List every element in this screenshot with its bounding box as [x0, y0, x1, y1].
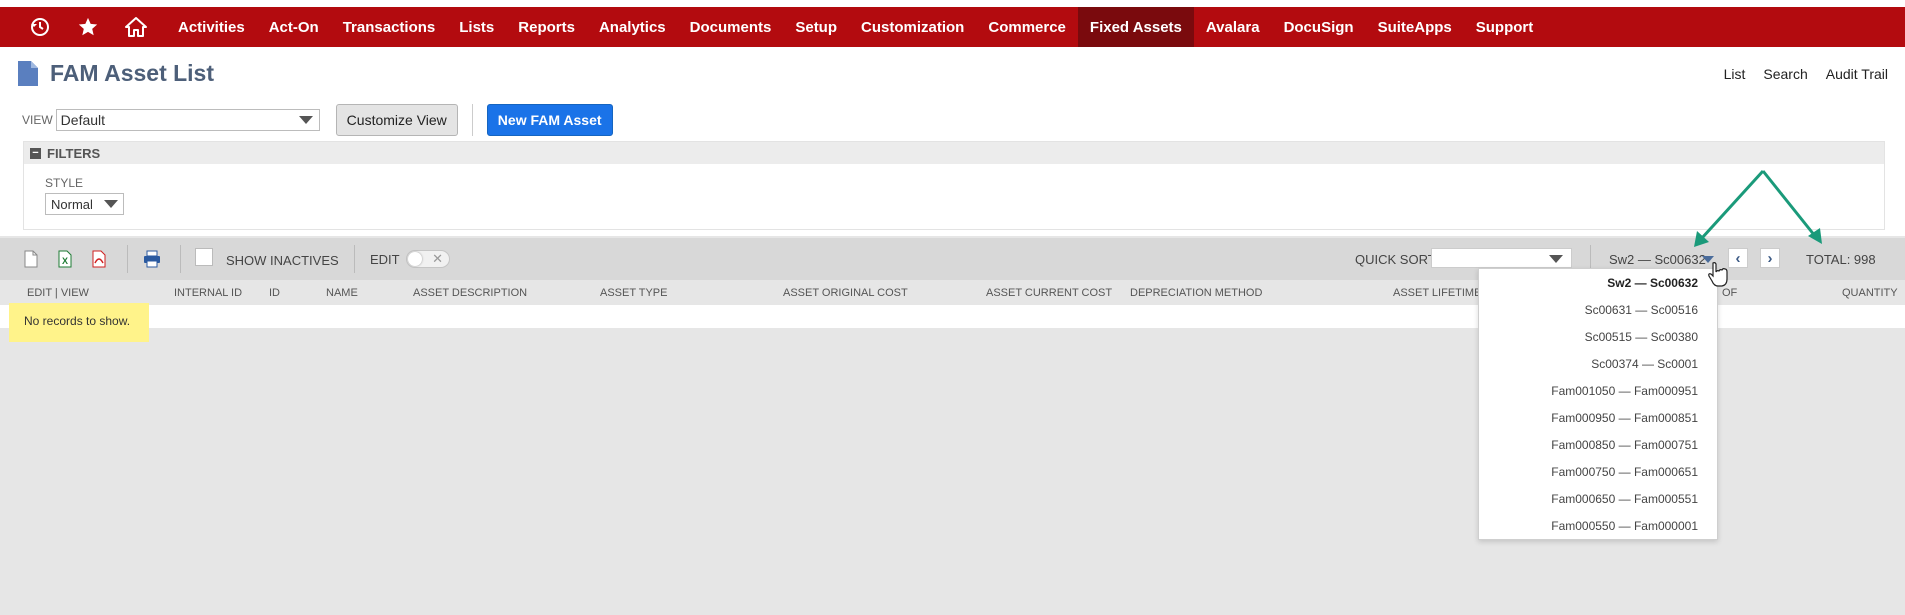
- nav-item-setup[interactable]: Setup: [783, 7, 849, 47]
- svg-text:X: X: [62, 256, 68, 266]
- style-label: STYLE: [45, 176, 84, 190]
- nav-item-reports[interactable]: Reports: [506, 7, 587, 47]
- style-select[interactable]: Normal: [45, 193, 124, 215]
- col-asset-current-cost[interactable]: ASSET CURRENT COST: [986, 287, 1112, 299]
- divider: [471, 104, 473, 136]
- toolbar-divider: [127, 245, 128, 273]
- chevron-down-icon: [298, 116, 313, 124]
- nav-item-suiteapps[interactable]: SuiteApps: [1366, 7, 1464, 47]
- dropdown-option[interactable]: Sc00515 — Sc00380: [1585, 330, 1698, 344]
- page-range-selector[interactable]: Sw2 — Sc00632: [1609, 252, 1706, 267]
- col-of[interactable]: OF: [1722, 287, 1737, 299]
- col-internal-id[interactable]: INTERNAL ID: [174, 287, 242, 299]
- dropdown-option[interactable]: Sw2 — Sc00632: [1607, 276, 1698, 290]
- audit-trail-link[interactable]: Audit Trail: [1826, 66, 1888, 82]
- nav-item-commerce[interactable]: Commerce: [976, 7, 1078, 47]
- col-asset-description[interactable]: ASSET DESCRIPTION: [413, 287, 527, 299]
- export-excel-icon[interactable]: X: [55, 249, 75, 269]
- view-select[interactable]: Default: [55, 109, 320, 131]
- search-link[interactable]: Search: [1763, 66, 1807, 82]
- page-header: FAM Asset List: [18, 60, 214, 87]
- chevron-down-icon[interactable]: [1702, 256, 1714, 263]
- chevron-down-icon: [1549, 255, 1563, 263]
- filters-panel: − FILTERS STYLE Normal: [23, 141, 1885, 230]
- collapse-icon[interactable]: −: [30, 147, 41, 159]
- previous-page-button[interactable]: ‹: [1728, 248, 1748, 268]
- top-strip: [0, 0, 1905, 7]
- nav-item-transactions[interactable]: Transactions: [331, 7, 448, 47]
- dropdown-option[interactable]: Sc00374 — Sc0001: [1591, 357, 1698, 371]
- nav-item-support[interactable]: Support: [1464, 7, 1546, 47]
- toggle-knob: [408, 252, 422, 266]
- close-icon: ✕: [432, 251, 443, 266]
- edit-label: EDIT: [370, 252, 400, 267]
- filters-header[interactable]: − FILTERS: [24, 142, 1884, 164]
- list-link[interactable]: List: [1724, 66, 1746, 82]
- nav-item-lists[interactable]: Lists: [447, 7, 506, 47]
- print-icon[interactable]: [142, 249, 162, 269]
- toolbar-divider: [180, 245, 181, 273]
- home-icon[interactable]: [114, 7, 158, 47]
- style-select-value: Normal: [51, 196, 93, 212]
- page-title: FAM Asset List: [50, 60, 215, 86]
- new-fam-asset-button[interactable]: New FAM Asset: [486, 104, 613, 136]
- quick-sort-label: QUICK SORT: [1355, 252, 1436, 267]
- nav-item-analytics[interactable]: Analytics: [587, 7, 678, 47]
- view-row: VIEW Default Customize View New FAM Asse…: [22, 104, 613, 136]
- toolbar-divider: [354, 245, 355, 273]
- next-page-button[interactable]: ›: [1760, 248, 1780, 268]
- col-quantity[interactable]: QUANTITY: [1842, 287, 1898, 299]
- nav-item-customization[interactable]: Customization: [849, 7, 976, 47]
- nav-item-avalara[interactable]: Avalara: [1194, 7, 1272, 47]
- filters-title: FILTERS: [47, 145, 101, 161]
- nav-item-act-on[interactable]: Act-On: [257, 7, 331, 47]
- show-inactives-checkbox[interactable]: [195, 248, 213, 266]
- col-asset-original-cost[interactable]: ASSET ORIGINAL COST: [783, 287, 908, 299]
- nav-item-docusign[interactable]: DocuSign: [1272, 7, 1366, 47]
- dropdown-option[interactable]: Fam000650 — Fam000551: [1551, 492, 1698, 506]
- edit-toggle[interactable]: ✕: [406, 250, 450, 268]
- col-edit-view[interactable]: EDIT | VIEW: [27, 287, 89, 299]
- empty-message: No records to show.: [24, 314, 131, 328]
- nav-item-documents[interactable]: Documents: [678, 7, 784, 47]
- nav-item-fixed-assets[interactable]: Fixed Assets: [1077, 7, 1194, 47]
- export-pdf-icon[interactable]: [89, 249, 109, 269]
- favorites-star-icon[interactable]: [66, 7, 110, 47]
- dropdown-option[interactable]: Fam000550 — Fam000001: [1551, 519, 1698, 533]
- dropdown-option[interactable]: Fam001050 — Fam000951: [1551, 384, 1698, 398]
- total-count: TOTAL: 998: [1806, 252, 1876, 267]
- recent-records-icon[interactable]: [18, 7, 62, 47]
- dropdown-option[interactable]: Fam000850 — Fam000751: [1551, 438, 1698, 452]
- view-select-value: Default: [60, 112, 106, 128]
- chevron-left-icon: ‹: [1735, 249, 1741, 267]
- top-links: List Search Audit Trail: [1724, 66, 1888, 82]
- col-name[interactable]: NAME: [326, 287, 358, 299]
- nav-item-activities[interactable]: Activities: [166, 7, 257, 47]
- dropdown-option[interactable]: Sc00631 — Sc00516: [1585, 303, 1698, 317]
- col-asset-type[interactable]: ASSET TYPE: [600, 287, 667, 299]
- show-inactives-label: SHOW INACTIVES: [226, 253, 339, 268]
- empty-message-highlight: No records to show.: [9, 303, 149, 342]
- main-navbar: Activities Act-On Transactions Lists Rep…: [0, 7, 1905, 47]
- chevron-down-icon: [104, 200, 118, 208]
- col-id[interactable]: ID: [269, 287, 280, 299]
- col-depreciation-method[interactable]: DEPRECIATION METHOD: [1130, 287, 1262, 299]
- view-label: VIEW: [22, 113, 53, 127]
- dropdown-option[interactable]: Fam000950 — Fam000851: [1551, 411, 1698, 425]
- dropdown-option[interactable]: Fam000750 — Fam000651: [1551, 465, 1698, 479]
- export-csv-icon[interactable]: [21, 249, 41, 269]
- chevron-right-icon: ›: [1767, 249, 1773, 267]
- document-icon: [18, 61, 38, 86]
- range-dropdown: Sw2 — Sc00632 Sc00631 — Sc00516 Sc00515 …: [1478, 268, 1718, 540]
- customize-view-button[interactable]: Customize View: [335, 104, 458, 136]
- quick-sort-select[interactable]: [1431, 248, 1572, 268]
- col-asset-lifetime[interactable]: ASSET LIFETIME: [1393, 287, 1481, 299]
